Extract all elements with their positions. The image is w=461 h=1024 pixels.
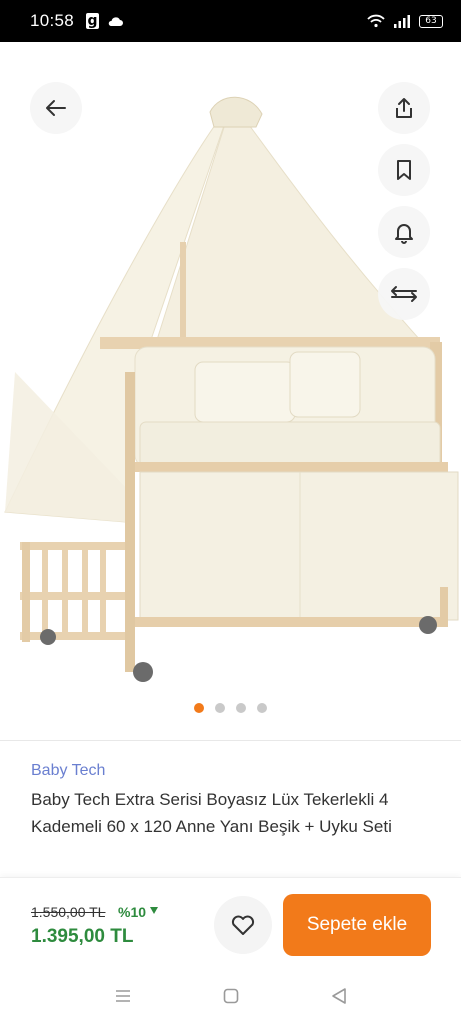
home-icon[interactable] xyxy=(222,987,240,1005)
heart-icon xyxy=(231,915,255,935)
favorite-button[interactable] xyxy=(214,896,272,954)
cloud-icon xyxy=(108,16,124,26)
add-to-cart-button[interactable]: Sepete ekle xyxy=(283,894,431,956)
current-price: 1.395,00 TL xyxy=(31,926,134,947)
divider xyxy=(0,740,461,741)
bookmark-icon xyxy=(397,160,411,180)
product-image-gallery[interactable] xyxy=(0,42,461,737)
price-alert-button[interactable] xyxy=(378,206,430,258)
compare-button[interactable] xyxy=(378,268,430,320)
system-nav-bar xyxy=(0,967,461,1024)
back-button[interactable] xyxy=(30,82,82,134)
compare-icon xyxy=(391,286,417,302)
gallery-dot[interactable] xyxy=(194,703,204,713)
discount-down-icon xyxy=(150,907,158,914)
discount-rate: %10 xyxy=(118,904,147,920)
gallery-dot[interactable] xyxy=(215,703,225,713)
old-price: 1.550,00 TL xyxy=(31,904,106,920)
bell-icon xyxy=(395,224,413,244)
share-icon xyxy=(396,98,412,118)
status-bar: 10:58 g 63 xyxy=(0,0,461,42)
back-arrow-icon xyxy=(46,100,66,116)
share-button[interactable] xyxy=(378,82,430,134)
gallery-dot[interactable] xyxy=(257,703,267,713)
back-icon[interactable] xyxy=(330,987,348,1005)
battery-icon: 63 xyxy=(419,14,443,28)
gallery-dot[interactable] xyxy=(236,703,246,713)
product-title: Baby Tech Extra Serisi Boyasız Lüx Teker… xyxy=(31,790,392,836)
purchase-bar: 1.550,00 TL %10 1.395,00 TL Sepete ekle xyxy=(0,877,461,967)
app-notification-icon: g xyxy=(86,13,100,29)
signal-icon xyxy=(394,15,410,28)
gallery-pagination xyxy=(0,703,461,713)
status-time: 10:58 xyxy=(30,11,75,30)
product-brand-link[interactable]: Baby Tech xyxy=(31,762,105,780)
wifi-icon xyxy=(367,14,385,28)
bookmark-button[interactable] xyxy=(378,144,430,196)
menu-icon[interactable] xyxy=(114,988,132,1004)
